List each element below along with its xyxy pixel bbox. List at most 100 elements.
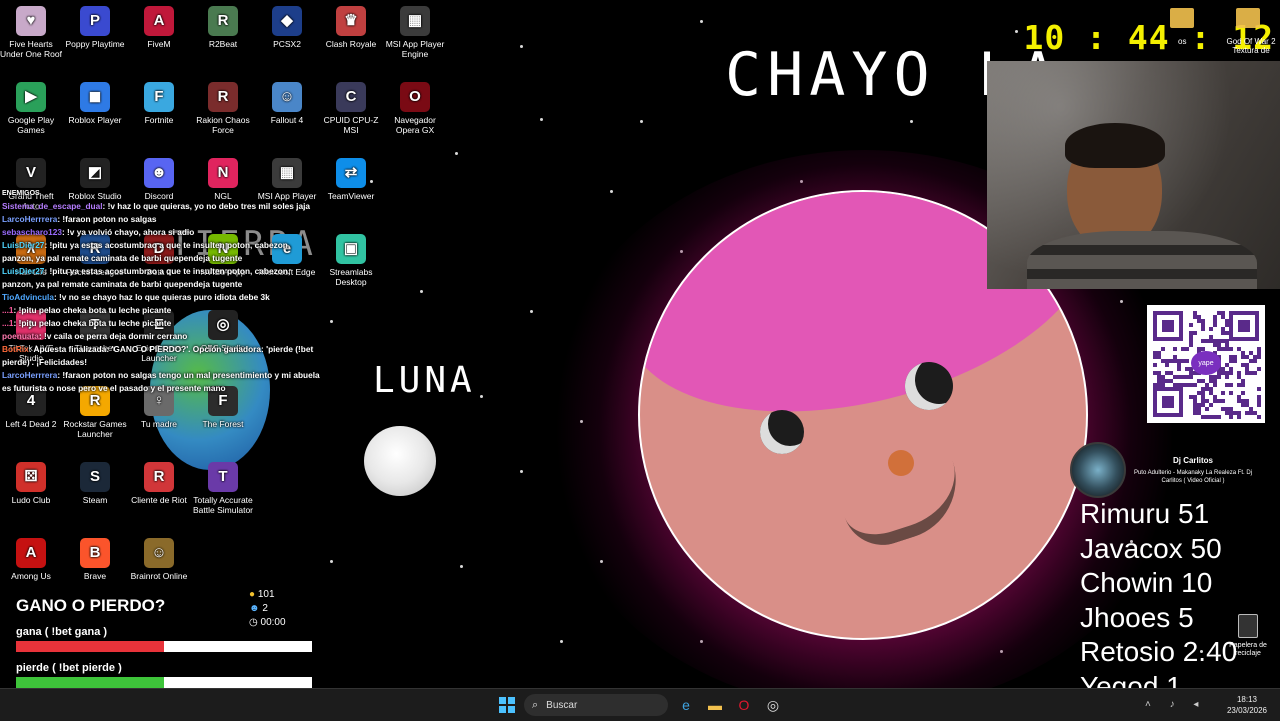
app-icon: ☺ bbox=[272, 82, 302, 112]
desktop-icon-label: Roblox Player bbox=[68, 115, 122, 125]
desktop-icon-label: FiveM bbox=[147, 39, 171, 49]
chat-text: : !pitu pelao cheka bota tu leche picant… bbox=[13, 318, 172, 328]
desktop-icon-label: The Forest bbox=[202, 419, 244, 429]
desktop-icon-msi-app-player-engine[interactable]: ▦ MSI App Player Engine bbox=[383, 6, 447, 59]
chrome-like-taskbar-icon[interactable]: ◎ bbox=[763, 695, 783, 715]
desktop-icon-fortnite[interactable]: F Fortnite bbox=[127, 82, 191, 125]
desktop-icon-among-us[interactable]: A Among Us bbox=[0, 538, 63, 581]
chat-username: sebascharo123 bbox=[2, 227, 62, 237]
yape-qr-code: yape bbox=[1147, 305, 1265, 423]
desktop-icon-navegador-opera-gx[interactable]: O Navegador Opera GX bbox=[383, 82, 447, 135]
poll-option-pierde-label: pierde ( !bet pierde ) bbox=[16, 662, 122, 674]
desktop-icon-teamviewer[interactable]: ⇄ TeamViewer bbox=[319, 158, 383, 201]
leaderboard-entry: Rimuru 51 bbox=[1080, 498, 1210, 529]
leaderboard-entry: Jhooes 5 bbox=[1080, 601, 1194, 633]
now-playing-widget: Dj Carlitos Puto Adulterio - Makanaky La… bbox=[1068, 440, 1268, 498]
app-icon: R bbox=[144, 462, 174, 492]
edge-taskbar-icon[interactable]: e bbox=[676, 695, 696, 715]
taskbar: ⌕ Buscar e ▬ O ◎ ˄ ♪ ◂ 18:13 23/03/2026 bbox=[0, 688, 1280, 721]
taskbar-search[interactable]: ⌕ Buscar bbox=[524, 694, 668, 716]
windows-icon bbox=[499, 697, 515, 713]
app-icon: T bbox=[208, 462, 238, 492]
desktop-icon-five-hearts-under-one-roof[interactable]: ♥ Five Hearts Under One Roof bbox=[0, 6, 63, 59]
desktop-icon-fallout-4[interactable]: ☺ Fallout 4 bbox=[255, 82, 319, 125]
star bbox=[330, 560, 333, 563]
desktop-icon-brave[interactable]: B Brave bbox=[63, 538, 127, 581]
desktop-icon-google-play-games[interactable]: ▶ Google Play Games bbox=[0, 82, 63, 135]
desktop-icon-label: Among Us bbox=[11, 571, 51, 581]
desktop-folder-icon[interactable] bbox=[1170, 8, 1194, 28]
start-button[interactable] bbox=[497, 695, 517, 715]
chat-message: ...1: !pitu pelao cheka bota tu leche pi… bbox=[2, 317, 320, 330]
poll-timer: ◷ 00:00 bbox=[249, 617, 286, 628]
star bbox=[480, 395, 483, 398]
desktop-icon-streamlabs-desktop[interactable]: ▣ Streamlabs Desktop bbox=[319, 234, 383, 287]
coin-icon: ● bbox=[249, 589, 256, 600]
chat-username: ...1 bbox=[2, 305, 14, 315]
file-explorer-taskbar-icon[interactable]: ▬ bbox=[705, 695, 725, 715]
desktop-icon-clash-royale[interactable]: ♛ Clash Royale bbox=[319, 6, 383, 49]
desktop-icon-cpuid-cpu-z-msi[interactable]: C CPUID CPU-Z MSI bbox=[319, 82, 383, 135]
poll-option-gana-bar bbox=[16, 641, 312, 652]
desktop-icon-label: Rakion Chaos Force bbox=[196, 115, 250, 135]
desktop-icon-label: Clash Royale bbox=[325, 39, 377, 49]
chat-username: Sistema_de_escape_dual bbox=[2, 201, 103, 211]
desktop-icon-label: Rockstar Games Launcher bbox=[63, 419, 127, 439]
desktop-folder-icon-2[interactable] bbox=[1236, 8, 1260, 28]
star bbox=[455, 152, 458, 155]
desktop-icon-brainrot-online[interactable]: ☺ Brainrot Online bbox=[127, 538, 191, 581]
chat-message: Sistema_de_escape_dual: !v haz lo que qu… bbox=[2, 200, 320, 213]
desktop-icon-ludo-club[interactable]: ⚄ Ludo Club bbox=[0, 462, 63, 505]
desktop-icon-pcsx2[interactable]: ◆ PCSX2 bbox=[255, 6, 319, 49]
desktop-icon-roblox-player[interactable]: ◼ Roblox Player bbox=[63, 82, 127, 125]
poll-option-pierde-bar bbox=[16, 677, 312, 688]
desktop-icon-poppy-playtime[interactable]: P Poppy Playtime bbox=[63, 6, 127, 49]
taskbar-clock[interactable]: 18:13 23/03/2026 bbox=[1222, 694, 1272, 716]
opera-gx-taskbar-icon[interactable]: O bbox=[734, 695, 754, 715]
webcam-person-hair bbox=[1065, 123, 1165, 168]
app-icon: F bbox=[144, 82, 174, 112]
app-icon: A bbox=[144, 6, 174, 36]
chat-username: LuisDier27 bbox=[2, 266, 45, 276]
leaderboard-entry: Javacox 50 bbox=[1080, 532, 1222, 564]
app-icon: ⚄ bbox=[16, 462, 46, 492]
system-tray-icons[interactable]: ˄ ♪ ◂ bbox=[1145, 699, 1206, 710]
star bbox=[560, 640, 563, 643]
star bbox=[530, 310, 533, 313]
now-playing-album-art bbox=[1070, 442, 1126, 498]
search-placeholder: Buscar bbox=[546, 699, 578, 711]
app-icon: ♥ bbox=[16, 6, 46, 36]
app-icon: ▦ bbox=[272, 158, 302, 188]
desktop-icon-cliente-de-riot[interactable]: R Cliente de Riot bbox=[127, 462, 191, 505]
chat-message: BotRix: Apuesta finalizada: 'GANO O PIER… bbox=[2, 343, 320, 369]
now-playing-artist: Dj Carlitos bbox=[1172, 456, 1213, 465]
star bbox=[420, 290, 423, 293]
desktop-icon-totally-accurate-battle-simulator[interactable]: T Totally Accurate Battle Simulator bbox=[191, 462, 255, 515]
app-icon: B bbox=[80, 538, 110, 568]
desktop-icon-label: R2Beat bbox=[208, 39, 238, 49]
app-icon: A bbox=[16, 538, 46, 568]
recycle-bin-icon[interactable] bbox=[1238, 614, 1258, 638]
chat-message: LuisDier27: !pitu ya estas acostumbrao a… bbox=[2, 265, 320, 291]
leaderboard-entry: Chowin 10 bbox=[1080, 567, 1213, 599]
desktop-icon-steam[interactable]: S Steam bbox=[63, 462, 127, 505]
star bbox=[520, 45, 523, 48]
chat-username: LarcoHerrrera bbox=[2, 214, 58, 224]
desktop-icon-fivem[interactable]: A FiveM bbox=[127, 6, 191, 49]
chat-text: : !v haz lo que quieras, yo no debo tres… bbox=[102, 201, 311, 211]
chat-message: LarcoHerrrera: !faraon poton no salgas t… bbox=[2, 369, 320, 395]
taskbar-date: 23/03/2026 bbox=[1226, 706, 1268, 715]
desktop-icon-label: Fallout 4 bbox=[270, 115, 304, 125]
search-icon: ⌕ bbox=[532, 698, 539, 711]
app-icon: V bbox=[16, 158, 46, 188]
chat-username: poenuata bbox=[2, 331, 39, 341]
desktop-icon-label: Fortnite bbox=[144, 115, 174, 125]
desktop-icon-label: Five Hearts Under One Roof bbox=[0, 39, 62, 59]
desktop-icon-label: Navegador Opera GX bbox=[394, 115, 436, 135]
desktop-icon-r2beat[interactable]: R R2Beat bbox=[191, 6, 255, 49]
chat-username: ...1 bbox=[2, 318, 14, 328]
app-icon: C bbox=[336, 82, 366, 112]
star bbox=[540, 118, 543, 121]
star bbox=[610, 190, 613, 193]
desktop-icon-rakion-chaos-force[interactable]: R Rakion Chaos Force bbox=[191, 82, 255, 135]
